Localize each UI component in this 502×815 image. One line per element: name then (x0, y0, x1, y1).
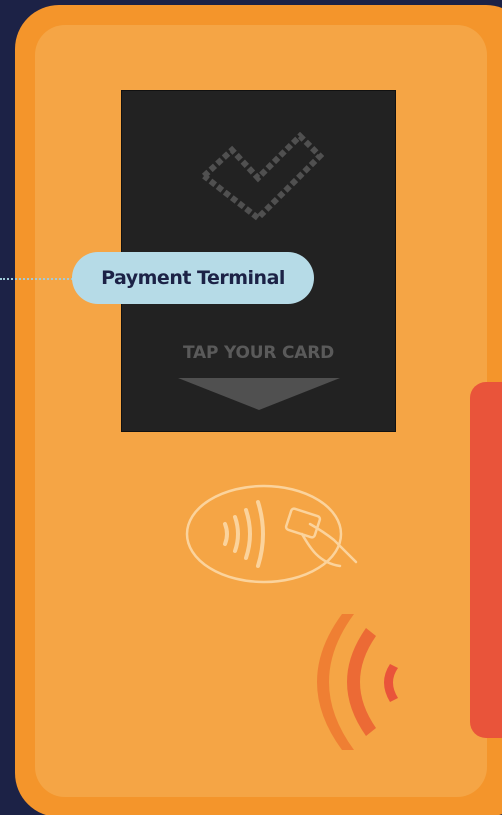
callout-leader-line (0, 278, 80, 280)
pixel-checkmark-icon (201, 132, 324, 222)
down-arrow-icon (178, 378, 340, 410)
callout-label: Payment Terminal (72, 252, 314, 304)
contactless-card-icon (185, 484, 358, 584)
tap-card-prompt: TAP YOUR CARD (182, 343, 334, 363)
side-panel (470, 382, 502, 738)
illustration-canvas: TAP YOUR CARD Payment Terminal (0, 0, 502, 815)
nfc-waves-icon (317, 614, 398, 750)
